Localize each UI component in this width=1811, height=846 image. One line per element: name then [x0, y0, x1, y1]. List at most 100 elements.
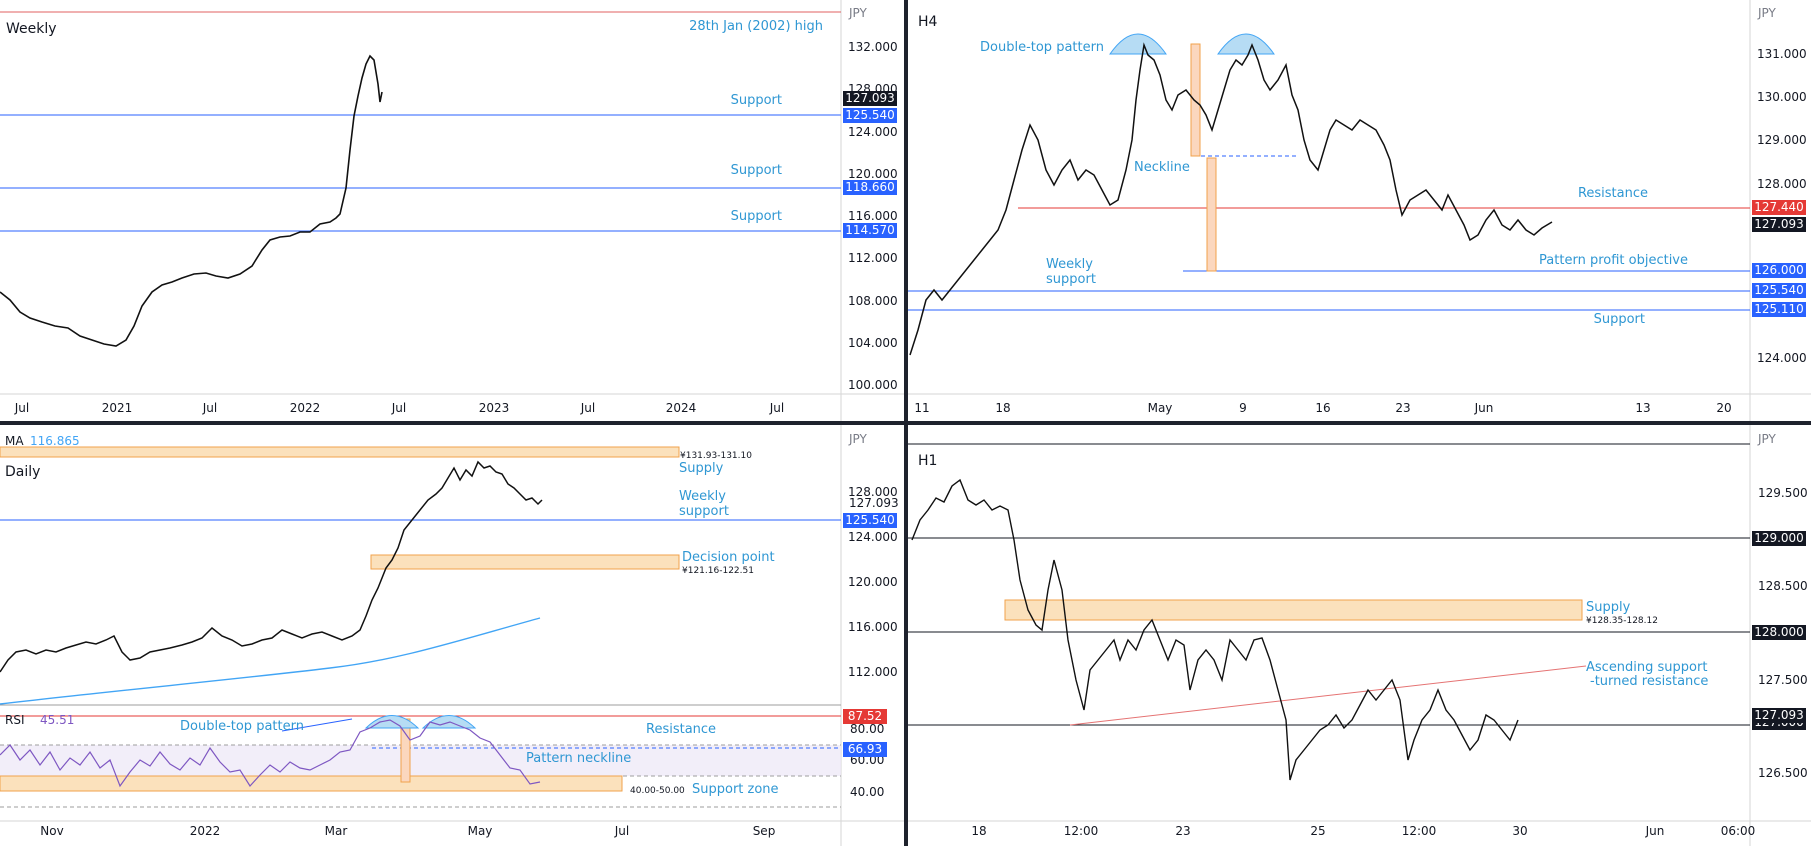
- h1-x-tick: 30: [1512, 824, 1527, 838]
- h4-weekly-support-badge-text: 125.540: [1754, 283, 1804, 297]
- rsi-band: [0, 745, 841, 776]
- weekly-x-tick: Jul: [14, 401, 29, 415]
- rsi-double-top-label: Double-top pattern: [180, 719, 304, 734]
- h4-y-tick: 131.000: [1757, 47, 1807, 61]
- h1-level-badge-129-text: 129.000: [1754, 531, 1804, 545]
- h4-x-tick: 13: [1635, 401, 1650, 415]
- h4-x-tick: 16: [1315, 401, 1330, 415]
- h1-x-tick: 25: [1310, 824, 1325, 838]
- h4-y-tick: 124.000: [1757, 351, 1807, 365]
- h4-weekly-support-label-line2: support: [1046, 272, 1096, 287]
- weekly-x-tick: 2023: [479, 401, 510, 415]
- h1-x-tick: 12:00: [1064, 824, 1099, 838]
- weekly-y-tick: 108.000: [848, 294, 898, 308]
- weekly-y-tick: 100.000: [848, 378, 898, 392]
- weekly-y-tick: 116.000: [848, 209, 898, 223]
- h4-support-badge-text: 125.110: [1754, 302, 1804, 316]
- daily-ma-label: MA: [5, 434, 24, 448]
- daily-y-tick: 116.000: [848, 620, 898, 634]
- h1-x-tick: 23: [1175, 824, 1190, 838]
- daily-currency: JPY: [848, 432, 868, 446]
- daily-y-tick: 120.000: [848, 575, 898, 589]
- daily-x-tick: Sep: [753, 824, 776, 838]
- h4-support-label: Support: [1594, 312, 1645, 327]
- weekly-y-tick: 132.000: [848, 40, 898, 54]
- h4-x-tick: 11: [914, 401, 929, 415]
- h1-ascending-label-1: Ascending support: [1586, 660, 1707, 675]
- weekly-y-tick: 124.000: [848, 125, 898, 139]
- rsi-value: 45.51: [40, 713, 74, 727]
- h1-supply-label: Supply: [1586, 600, 1631, 615]
- daily-decision-range: ¥121.16-122.51: [682, 566, 754, 576]
- h4-objective-badge-text: 126.000: [1754, 263, 1804, 277]
- chart-root: Weekly JPY 28th Jan (2002) high Support …: [0, 0, 1811, 846]
- weekly-title: Weekly: [6, 21, 57, 37]
- weekly-x-tick: Jul: [769, 401, 784, 415]
- h1-y-tick: 128.500: [1758, 579, 1808, 593]
- daily-supply-label: Supply: [679, 461, 724, 476]
- h1-x-tick: Jun: [1645, 824, 1665, 838]
- daily-weekly-support-line2: support: [679, 504, 729, 519]
- weekly-y-tick: 120.000: [848, 167, 898, 181]
- weekly-x-tick: Jul: [202, 401, 217, 415]
- h4-price-badge-text: 127.093: [1754, 217, 1804, 231]
- daily-decision-zone: [370, 554, 680, 570]
- h4-y-tick: 130.000: [1757, 90, 1807, 104]
- h4-x-tick: 20: [1716, 401, 1731, 415]
- h4-x-tick: 9: [1239, 401, 1247, 415]
- rsi-resistance-badge-text: 87.52: [848, 709, 882, 723]
- weekly-support-badge-text-2: 118.660: [845, 180, 895, 194]
- h4-y-tick: 128.000: [1757, 177, 1807, 191]
- h1-x-tick: 06:00: [1721, 824, 1756, 838]
- daily-weekly-support-badge-text: 125.540: [845, 513, 895, 527]
- h4-x-tick: Jun: [1474, 401, 1494, 415]
- h1-x-tick: 12:00: [1402, 824, 1437, 838]
- h4-pattern-height-box-1: [1190, 43, 1201, 157]
- h1-supply-range: ¥128.35-128.12: [1586, 616, 1658, 626]
- rsi-label: RSI: [5, 713, 25, 727]
- weekly-2002-high-label: 28th Jan (2002) high: [689, 19, 823, 34]
- daily-title: Daily: [5, 464, 40, 480]
- weekly-support-label-3: Support: [731, 209, 782, 224]
- horizontal-divider[interactable]: [0, 421, 1811, 425]
- weekly-x-tick: 2024: [666, 401, 697, 415]
- daily-price-label: 127.093: [849, 496, 899, 510]
- h1-currency: JPY: [1757, 432, 1777, 446]
- h1-title: H1: [918, 453, 937, 469]
- daily-x-tick: May: [468, 824, 493, 838]
- h1-supply-zone: [1004, 599, 1583, 621]
- weekly-support-badge-text-3: 114.570: [845, 223, 895, 237]
- h4-x-tick: 23: [1395, 401, 1410, 415]
- daily-weekly-support-label: Weekly support: [679, 489, 729, 519]
- h4-weekly-support-label: Weekly support: [1046, 257, 1096, 287]
- daily-ma-value: 116.865: [30, 434, 80, 448]
- weekly-currency: JPY: [848, 6, 868, 20]
- weekly-x-tick: Jul: [580, 401, 595, 415]
- rsi-y-ticks: 80.00 60.00 40.00: [850, 722, 884, 799]
- rsi-y-tick: 40.00: [850, 785, 884, 799]
- rsi-neckline-badge-text: 66.93: [848, 742, 882, 756]
- daily-supply-zone: [0, 446, 680, 458]
- rsi-y-tick: 80.00: [850, 722, 884, 736]
- rsi-zone-range: 40.00-50.00: [630, 786, 685, 796]
- h4-objective-label: Pattern profit objective: [1539, 253, 1688, 268]
- weekly-support-label-1: Support: [731, 93, 782, 108]
- weekly-x-tick: 2022: [290, 401, 321, 415]
- h4-neckline-label: Neckline: [1134, 160, 1190, 175]
- h1-y-tick: 126.500: [1758, 766, 1808, 780]
- daily-x-tick: Mar: [325, 824, 348, 838]
- h4-currency: JPY: [1757, 6, 1777, 20]
- daily-y-tick: 124.000: [848, 530, 898, 544]
- rsi-support-zone: [0, 775, 623, 792]
- weekly-support-label-2: Support: [731, 163, 782, 178]
- h4-x-tick: May: [1148, 401, 1173, 415]
- daily-x-tick: 2022: [190, 824, 221, 838]
- daily-x-tick: Nov: [40, 824, 63, 838]
- weekly-y-tick: 104.000: [848, 336, 898, 350]
- h4-weekly-support-label-line1: Weekly: [1046, 257, 1093, 272]
- h4-resistance-badge-text: 127.440: [1754, 200, 1804, 214]
- h1-x-tick: 18: [971, 824, 986, 838]
- h1-level-badge-128-text: 128.000: [1754, 625, 1804, 639]
- h1-price-badge-text: 127.093: [1754, 708, 1804, 722]
- h4-y-tick: 129.000: [1757, 133, 1807, 147]
